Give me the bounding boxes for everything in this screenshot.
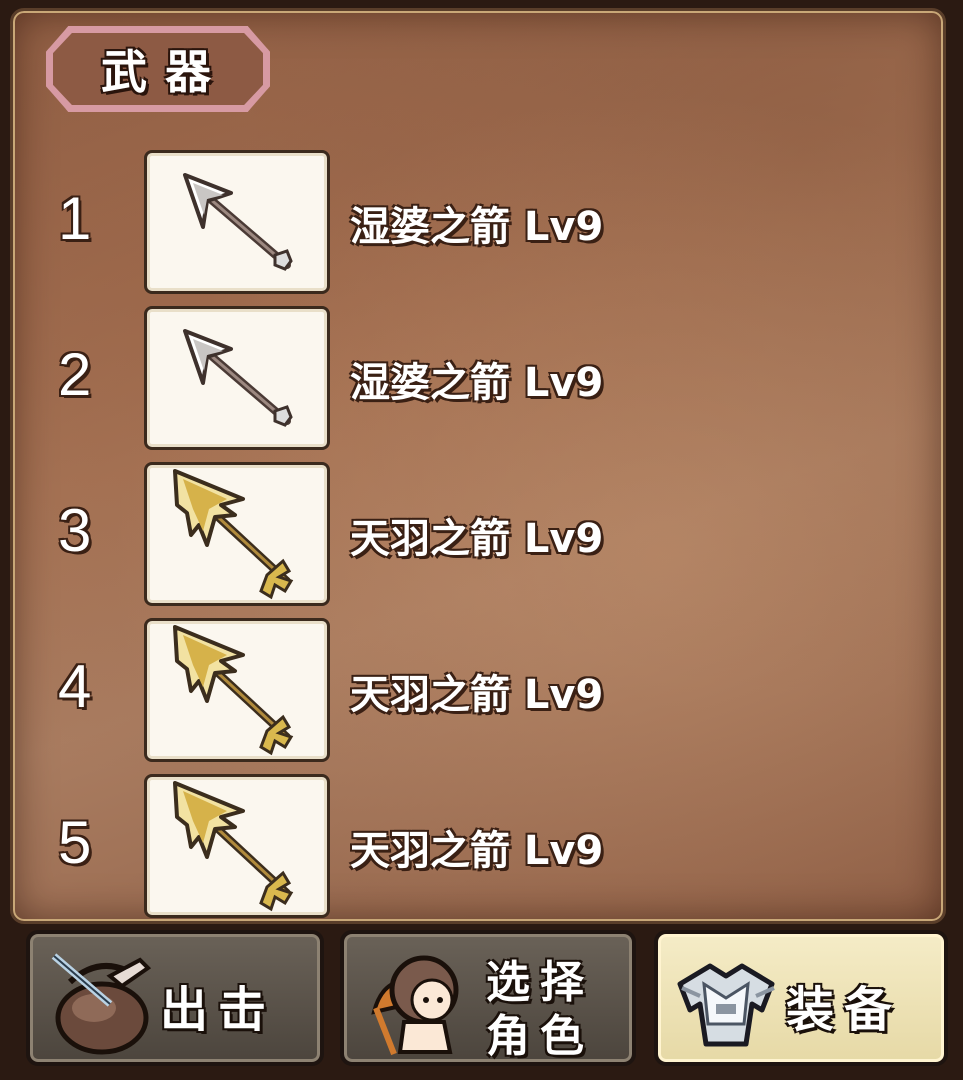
silver-arrow-icon <box>183 173 293 271</box>
armor-icon <box>677 963 775 1047</box>
sack-icon <box>51 953 152 1055</box>
weapon-row-5[interactable]: 5 天羽之箭 Lv9 <box>0 774 940 922</box>
sortie-button[interactable]: 出击 <box>26 930 324 1066</box>
weapon-slot[interactable] <box>144 462 330 606</box>
weapon-slot[interactable] <box>144 306 330 450</box>
weapon-slot[interactable] <box>144 618 330 762</box>
weapon-title: 武器 <box>101 45 229 99</box>
weapon-index: 4 <box>58 653 92 720</box>
sortie-label: 出击 <box>160 982 277 1038</box>
weapon-row-2[interactable]: 2 湿婆之箭 Lv9 <box>0 306 940 454</box>
golden-feather-arrow-icon <box>173 625 294 756</box>
weapon-index: 3 <box>58 497 92 564</box>
weapon-index: 5 <box>58 809 92 876</box>
weapon-slot[interactable] <box>144 774 330 918</box>
weapon-title-tab: 武器 <box>46 26 270 112</box>
weapon-name: 天羽之箭 Lv9 <box>350 672 604 718</box>
silver-arrow-icon <box>183 329 293 427</box>
weapon-row-3[interactable]: 3 天羽之箭 Lv9 <box>0 462 940 610</box>
weapon-row-1[interactable]: 1 湿婆之箭 Lv9 <box>0 150 940 298</box>
character-icon <box>371 955 459 1056</box>
weapon-row-4[interactable]: 4 天羽之箭 Lv9 <box>0 618 940 766</box>
weapon-slot[interactable] <box>144 150 330 294</box>
equipment-label: 装备 <box>786 982 903 1038</box>
weapon-index: 2 <box>58 341 92 408</box>
weapon-name: 天羽之箭 Lv9 <box>350 828 604 874</box>
weapon-index: 1 <box>58 185 92 252</box>
weapon-name: 天羽之箭 Lv9 <box>350 516 604 562</box>
select-label-line2: 角色 <box>486 1011 594 1062</box>
weapon-name: 湿婆之箭 Lv9 <box>350 204 604 250</box>
golden-feather-arrow-icon <box>173 469 294 600</box>
select-character-button[interactable]: 选择 角色 <box>340 930 636 1066</box>
golden-feather-arrow-icon <box>173 781 294 912</box>
weapon-name: 湿婆之箭 Lv9 <box>350 360 604 406</box>
equipment-button[interactable]: 装备 <box>654 930 948 1066</box>
